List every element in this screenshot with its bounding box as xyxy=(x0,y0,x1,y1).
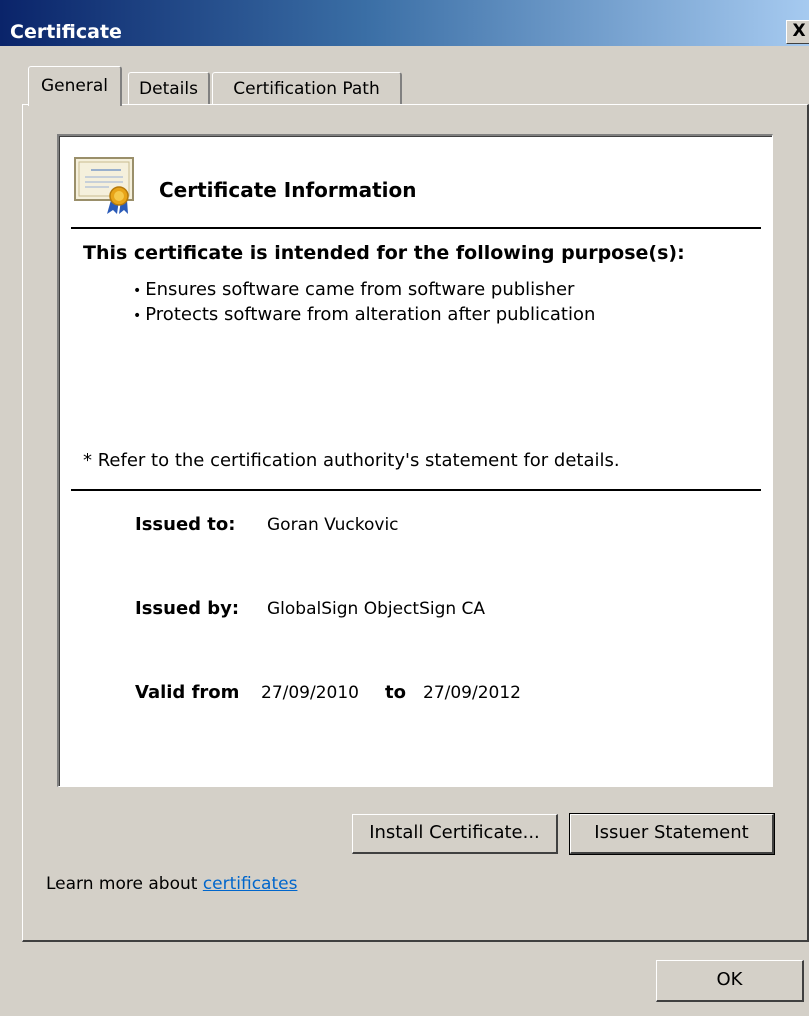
learn-more-text: Learn more about certificates xyxy=(46,874,297,894)
title-bar: Certificate X xyxy=(0,0,809,46)
list-item: Protects software from alteration after … xyxy=(133,303,595,328)
close-icon: X xyxy=(792,21,806,41)
certificate-info-box: Certificate Information This certificate… xyxy=(57,134,773,787)
tab-details[interactable]: Details xyxy=(128,72,210,106)
valid-from-label: Valid from xyxy=(135,682,240,703)
ok-button[interactable]: OK xyxy=(656,960,804,1002)
issuer-statement-button[interactable]: Issuer Statement xyxy=(569,813,775,855)
purpose-list: Ensures software came from software publ… xyxy=(133,278,595,328)
valid-from-value: 27/09/2010 xyxy=(261,683,359,703)
issued-by-value: GlobalSign ObjectSign CA xyxy=(267,599,486,619)
issued-by-label: Issued by: xyxy=(135,598,240,619)
learn-more-prefix: Learn more about xyxy=(46,874,198,894)
divider-top xyxy=(71,227,761,229)
certificates-link[interactable]: certificates xyxy=(203,874,298,894)
tab-general-label: General xyxy=(41,76,108,96)
tab-certification-path-label: Certification Path xyxy=(233,79,380,99)
valid-to-value: 27/09/2012 xyxy=(423,683,521,703)
divider-bottom xyxy=(71,489,761,491)
issuer-statement-label: Issuer Statement xyxy=(594,822,749,843)
issued-to-value: Goran Vuckovic xyxy=(267,515,399,535)
list-item: Ensures software came from software publ… xyxy=(133,278,595,303)
issued-to-label: Issued to: xyxy=(135,514,236,535)
window-title: Certificate xyxy=(10,21,122,43)
refer-note: * Refer to the certification authority's… xyxy=(83,450,620,471)
valid-to-label: to xyxy=(385,682,406,703)
install-certificate-label: Install Certificate... xyxy=(369,822,540,843)
close-button[interactable]: X xyxy=(786,20,809,44)
install-certificate-button[interactable]: Install Certificate... xyxy=(352,814,558,854)
tab-details-label: Details xyxy=(139,79,198,99)
tab-certification-path[interactable]: Certification Path xyxy=(212,72,402,106)
certificate-icon xyxy=(74,157,134,214)
tab-general[interactable]: General xyxy=(28,66,122,106)
ok-label: OK xyxy=(716,969,743,990)
purpose-heading: This certificate is intended for the fol… xyxy=(83,242,685,264)
certificate-info-title: Certificate Information xyxy=(159,178,417,202)
